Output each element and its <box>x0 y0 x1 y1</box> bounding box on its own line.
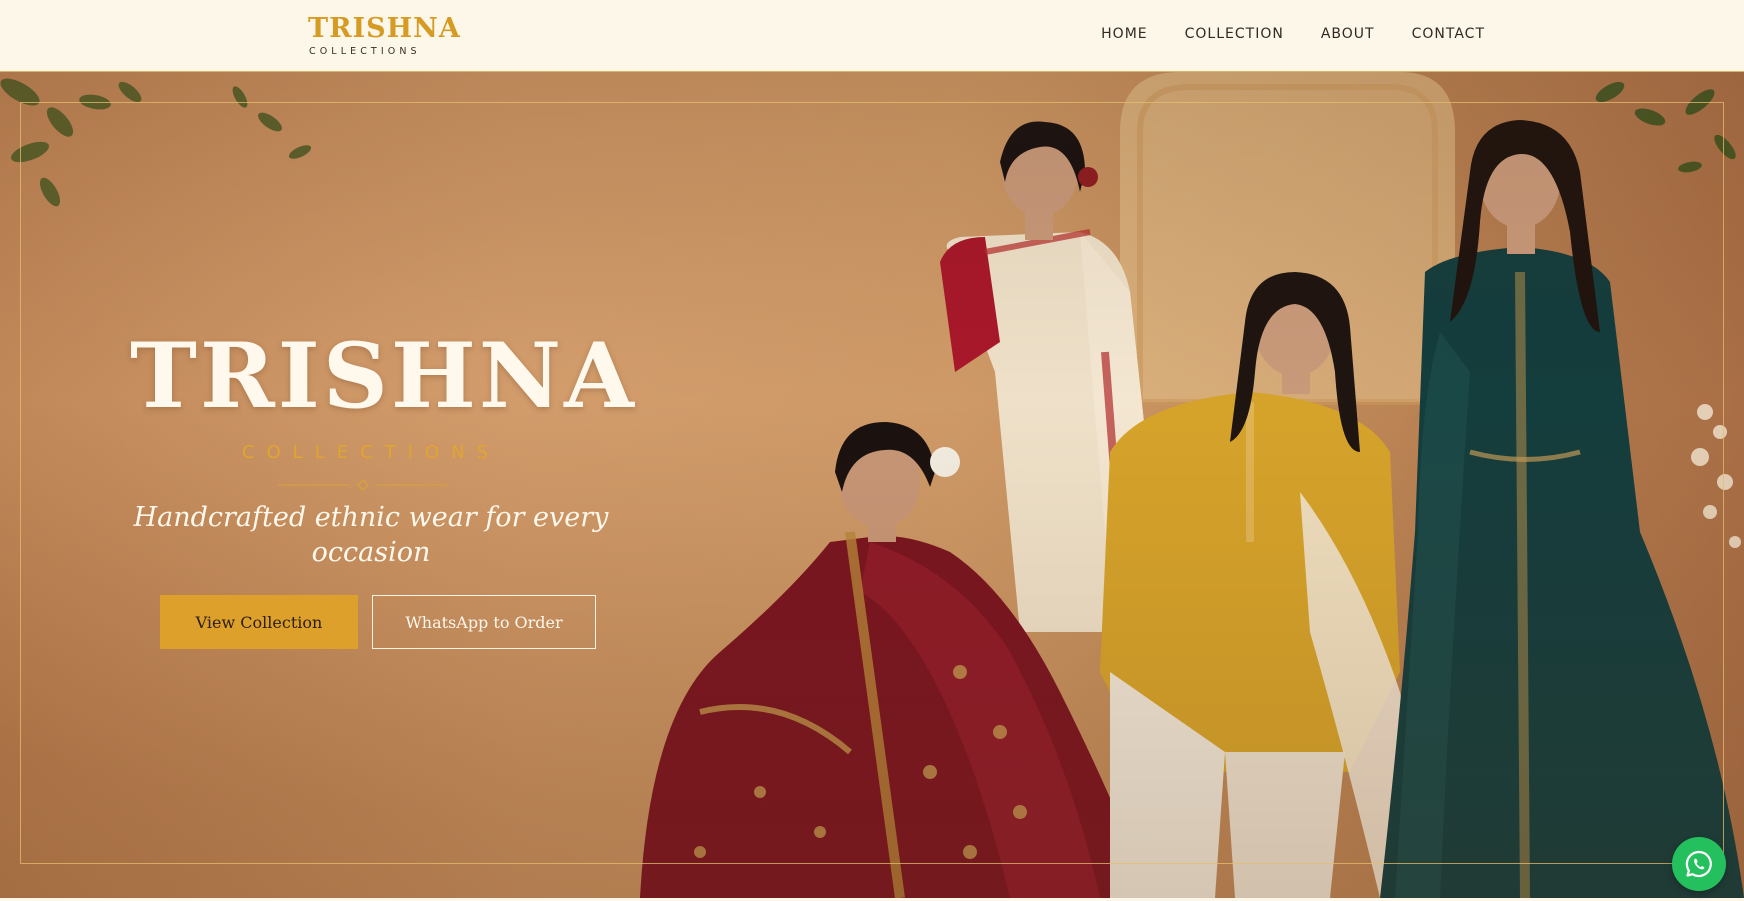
hero-subtitle: COLLECTIONS <box>241 442 501 463</box>
main-nav: HOME COLLECTION ABOUT CONTACT <box>1101 26 1485 42</box>
whatsapp-order-button[interactable]: WhatsApp to Order <box>372 595 596 649</box>
nav-home[interactable]: HOME <box>1101 26 1147 42</box>
site-header: TRISHNA COLLECTIONS HOME COLLECTION ABOU… <box>0 0 1744 72</box>
tagline-line-1: Handcrafted ethnic wear for every <box>133 502 609 533</box>
logo-title: TRISHNA <box>308 13 461 44</box>
logo-subtitle: COLLECTIONS <box>309 46 421 57</box>
view-collection-button[interactable]: View Collection <box>160 595 358 649</box>
site-logo[interactable]: TRISHNA COLLECTIONS <box>308 13 461 58</box>
nav-collection[interactable]: COLLECTION <box>1185 26 1284 42</box>
hero-section: TRISHNA COLLECTIONS Handcrafted ethnic w… <box>0 72 1744 898</box>
whatsapp-icon <box>1685 850 1712 878</box>
ornament-divider <box>278 479 448 491</box>
whatsapp-float-button[interactable] <box>1672 837 1726 891</box>
tagline-line-2: occasion <box>311 537 431 568</box>
nav-contact[interactable]: CONTACT <box>1412 26 1485 42</box>
hero-title: TRISHNA <box>130 323 637 429</box>
hero-frame-border <box>20 102 1724 864</box>
nav-about[interactable]: ABOUT <box>1321 26 1375 42</box>
hero-tagline: Handcrafted ethnic wear for every occasi… <box>130 500 612 570</box>
